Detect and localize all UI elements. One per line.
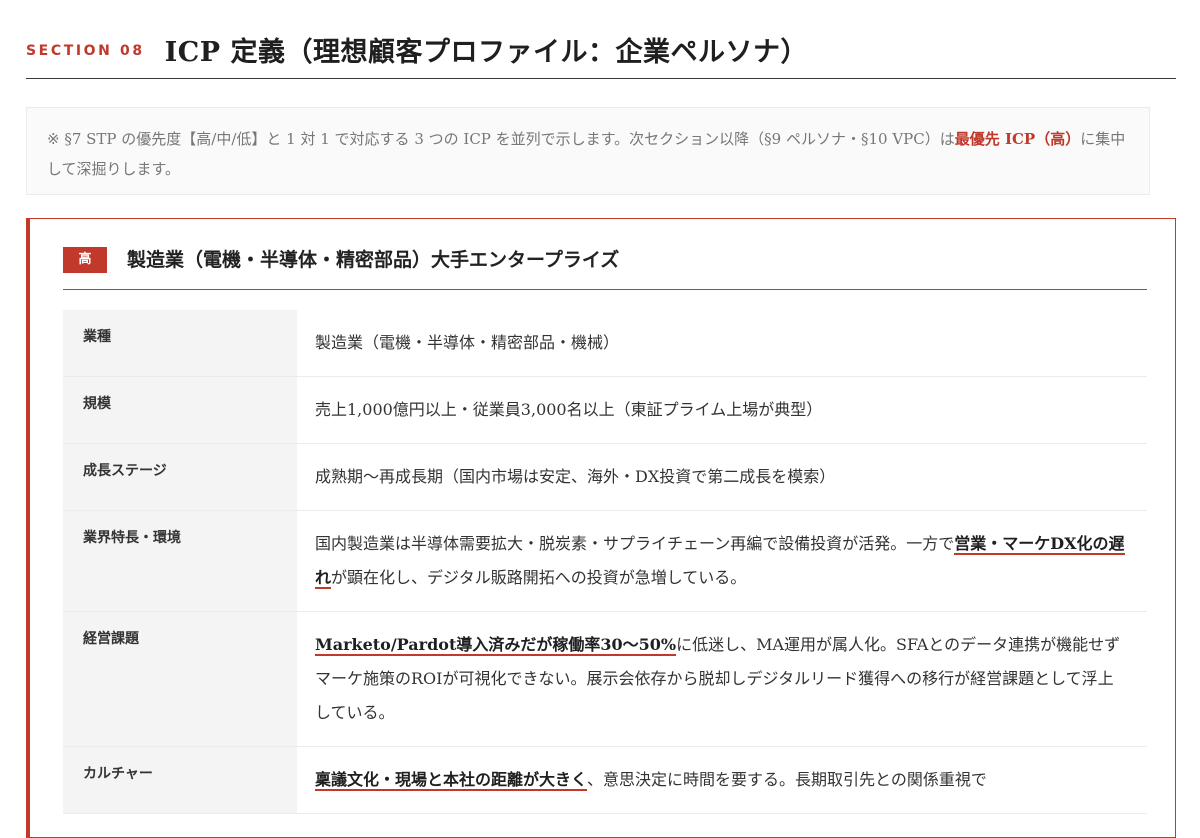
row-text: 製造業（電機・半導体・精密部品・機械） <box>315 333 620 352</box>
table-row-culture: カルチャー 稟議文化・現場と本社の距離が大きく、意思決定に時間を要する。長期取引… <box>63 747 1147 814</box>
row-text-end: が顕在化し、デジタル販路開拓への投資が急増している。 <box>331 568 747 587</box>
section-label: SECTION 08 <box>26 43 145 59</box>
row-label: 成長ステージ <box>63 444 297 510</box>
row-highlight: 稟議文化・現場と本社の距離が大きく <box>315 770 588 791</box>
section-title: ICP 定義（理想顧客プロファイル：企業ペルソナ） <box>164 36 808 68</box>
row-text: 国内製造業は半導体需要拡大・脱炭素・サプライチェーン再編で設備投資が活発。一方で <box>315 534 955 553</box>
note-text: ※ §7 STP の優先度【高/中/低】と 1 対 1 で対応する 3 つの I… <box>47 130 955 148</box>
page: SECTION 08 ICP 定義（理想顧客プロファイル：企業ペルソナ） ※ §… <box>0 0 1200 838</box>
row-text: 売上1,000億円以上・従業員3,000名以上（東証プライム上場が典型） <box>315 400 823 419</box>
row-value: 稟議文化・現場と本社の距離が大きく、意思決定に時間を要する。長期取引先との関係重… <box>297 747 1147 813</box>
row-value: Marketo/Pardot導入済みだが稼働率30〜50%に低迷し、MA運用が属… <box>297 612 1147 746</box>
table-row-industry-environment: 業界特長・環境 国内製造業は半導体需要拡大・脱炭素・サプライチェーン再編で設備投… <box>63 511 1147 612</box>
icp-card-header: 高 製造業（電機・半導体・精密部品）大手エンタープライズ <box>63 245 1147 290</box>
row-value: 成熟期〜再成長期（国内市場は安定、海外・DX投資で第二成長を模索） <box>297 444 1147 510</box>
note-box: ※ §7 STP の優先度【高/中/低】と 1 対 1 で対応する 3 つの I… <box>26 107 1150 195</box>
row-value: 国内製造業は半導体需要拡大・脱炭素・サプライチェーン再編で設備投資が活発。一方で… <box>297 511 1147 611</box>
row-highlight: Marketo/Pardot導入済みだが稼働率30〜50% <box>315 635 677 656</box>
section-header: SECTION 08 ICP 定義（理想顧客プロファイル：企業ペルソナ） <box>26 20 1176 79</box>
row-label: 業界特長・環境 <box>63 511 297 611</box>
icp-card-high: 高 製造業（電機・半導体・精密部品）大手エンタープライズ 業種 製造業（電機・半… <box>26 218 1176 838</box>
row-text: 成熟期〜再成長期（国内市場は安定、海外・DX投資で第二成長を模索） <box>315 467 836 486</box>
table-row-management-issues: 経営課題 Marketo/Pardot導入済みだが稼働率30〜50%に低迷し、M… <box>63 612 1147 747</box>
row-label: カルチャー <box>63 747 297 813</box>
row-label: 規模 <box>63 377 297 443</box>
note-strong: 最優先 ICP（高） <box>954 130 1081 148</box>
row-label: 経営課題 <box>63 612 297 746</box>
row-value: 売上1,000億円以上・従業員3,000名以上（東証プライム上場が典型） <box>297 377 1147 443</box>
icp-title: 製造業（電機・半導体・精密部品）大手エンタープライズ <box>127 249 620 271</box>
table-row-industry: 業種 製造業（電機・半導体・精密部品・機械） <box>63 310 1147 377</box>
priority-badge: 高 <box>63 247 107 273</box>
table-row-growth-stage: 成長ステージ 成熟期〜再成長期（国内市場は安定、海外・DX投資で第二成長を模索） <box>63 444 1147 511</box>
row-value: 製造業（電機・半導体・精密部品・機械） <box>297 310 1147 376</box>
row-text-end: 、意思決定に時間を要する。長期取引先との関係重視で <box>587 770 987 789</box>
icp-attribute-table: 業種 製造業（電機・半導体・精密部品・機械） 規模 売上1,000億円以上・従業… <box>63 310 1147 814</box>
table-row-scale: 規模 売上1,000億円以上・従業員3,000名以上（東証プライム上場が典型） <box>63 377 1147 444</box>
row-label: 業種 <box>63 310 297 376</box>
